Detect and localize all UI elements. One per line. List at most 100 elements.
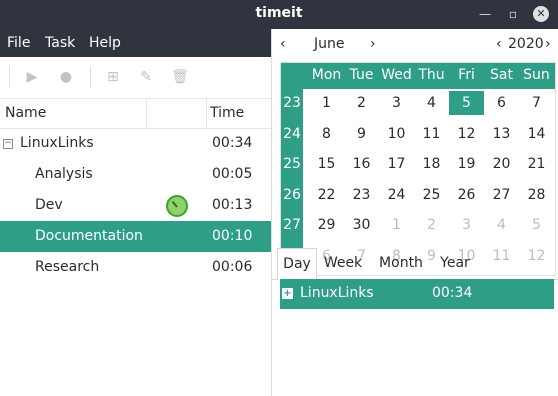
next-month-icon[interactable]: › <box>370 36 376 52</box>
edit-icon[interactable]: ✎ <box>137 68 155 86</box>
task-row-documentation[interactable]: Documentation 00:10 <box>0 221 271 252</box>
calendar-day[interactable]: 2 <box>344 95 379 111</box>
tab-week[interactable]: Week <box>320 248 366 279</box>
add-task-icon[interactable]: ⊞ <box>104 68 122 86</box>
tab-month[interactable]: Month <box>374 248 428 279</box>
calendar-day[interactable]: 1 <box>309 95 344 111</box>
day-name: Thu <box>418 67 445 83</box>
task-name: LinuxLinks <box>20 135 94 151</box>
calendar-grid: Mon Tue Wed Thu Fri Sat Sun 232425262728… <box>280 62 556 276</box>
calendar-navigation: ‹ June › ‹ 2020 › <box>272 29 558 59</box>
year-label: 2020 <box>508 36 544 52</box>
calendar-day[interactable]: 16 <box>344 156 379 172</box>
month-label: June <box>314 36 345 52</box>
task-name: Research <box>35 259 100 275</box>
day-name: Sun <box>523 67 550 83</box>
close-icon[interactable]: ✕ <box>533 6 549 22</box>
calendar-day[interactable]: 1 <box>379 217 414 233</box>
menu-task[interactable]: Task <box>45 35 75 51</box>
task-row-dev[interactable]: Dev 00:13 <box>0 190 271 221</box>
menu-help[interactable]: Help <box>89 35 121 51</box>
calendar-day[interactable]: 7 <box>519 95 554 111</box>
calendar-day[interactable]: 20 <box>484 156 519 172</box>
delete-icon[interactable]: 🗑 <box>171 68 189 86</box>
day-name: Wed <box>381 67 412 83</box>
header-separator <box>146 98 147 128</box>
task-name: Dev <box>35 197 63 213</box>
calendar-day[interactable]: 11 <box>414 126 449 142</box>
calendar-day[interactable]: 29 <box>309 217 344 233</box>
calendar-day[interactable]: 25 <box>414 187 449 203</box>
tab-day[interactable]: Day <box>277 248 317 281</box>
task-row-research[interactable]: Research 00:06 <box>0 252 271 283</box>
week-number: 25 <box>283 156 301 172</box>
week-number: 27 <box>283 217 301 233</box>
menu-file[interactable]: File <box>7 35 30 51</box>
task-row-linuxlinks[interactable]: − LinuxLinks 00:34 <box>0 128 271 159</box>
calendar-day[interactable]: 26 <box>449 187 484 203</box>
window-title: timeit <box>255 5 303 21</box>
day-name: Fri <box>458 67 475 83</box>
calendar-day-selected[interactable]: 5 <box>449 91 484 115</box>
period-tabs: Day Week Month Year <box>272 248 558 281</box>
calendar-day[interactable]: 8 <box>309 126 344 142</box>
next-year-icon[interactable]: › <box>545 36 551 52</box>
calendar-day[interactable]: 6 <box>484 95 519 111</box>
calendar-day[interactable]: 19 <box>449 156 484 172</box>
calendar-day[interactable]: 27 <box>484 187 519 203</box>
calendar-day[interactable]: 14 <box>519 126 554 142</box>
calendar-day[interactable]: 18 <box>414 156 449 172</box>
calendar-day[interactable]: 22 <box>309 187 344 203</box>
calendar-day[interactable]: 15 <box>309 156 344 172</box>
prev-month-icon[interactable]: ‹ <box>280 36 286 52</box>
task-time: 00:06 <box>212 259 253 275</box>
calendar-day[interactable]: 3 <box>379 95 414 111</box>
calendar-day[interactable]: 9 <box>344 126 379 142</box>
calendar-day[interactable]: 12 <box>449 126 484 142</box>
calendar-day[interactable]: 10 <box>379 126 414 142</box>
header-separator <box>206 98 207 128</box>
maximize-icon[interactable]: ▫ <box>505 6 521 22</box>
calendar-day[interactable]: 3 <box>449 217 484 233</box>
week-number: 24 <box>283 125 301 142</box>
tab-year[interactable]: Year <box>435 248 475 279</box>
task-time: 00:10 <box>212 228 253 244</box>
summary-task-time: 00:34 <box>432 285 473 301</box>
calendar-day[interactable]: 5 <box>519 217 554 233</box>
task-name: Analysis <box>35 166 93 182</box>
task-time: 00:05 <box>212 166 253 182</box>
minimize-icon[interactable]: — <box>477 6 493 22</box>
stop-icon[interactable]: ● <box>57 68 75 86</box>
summary-task-name: LinuxLinks <box>300 285 374 301</box>
summary-row[interactable]: + LinuxLinks 00:34 <box>280 279 554 309</box>
column-time-header[interactable]: Time <box>210 105 244 121</box>
calendar-day[interactable]: 21 <box>519 156 554 172</box>
day-name: Sat <box>490 67 513 83</box>
day-name: Mon <box>311 67 342 83</box>
day-name-header: Mon Tue Wed Thu Fri Sat Sun <box>281 63 555 89</box>
menu-bar: File Task Help <box>0 29 271 57</box>
calendar-day[interactable]: 2 <box>414 217 449 233</box>
calendar-day[interactable]: 4 <box>484 217 519 233</box>
prev-year-icon[interactable]: ‹ <box>496 36 502 52</box>
expand-icon[interactable]: + <box>282 288 293 299</box>
task-tree: Name Time − LinuxLinks 00:34 Analysis 00… <box>0 98 271 396</box>
calendar-day[interactable]: 17 <box>379 156 414 172</box>
calendar-day[interactable]: 28 <box>519 187 554 203</box>
calendar-day[interactable]: 24 <box>379 187 414 203</box>
calendar-day[interactable]: 30 <box>344 217 379 233</box>
calendar-day[interactable]: 4 <box>414 95 449 111</box>
task-time: 00:13 <box>212 197 253 213</box>
start-icon[interactable]: ▶ <box>23 68 41 86</box>
day-name: Tue <box>349 67 374 83</box>
task-time: 00:34 <box>212 135 253 151</box>
collapse-icon[interactable]: − <box>3 139 13 149</box>
column-name-header[interactable]: Name <box>5 105 46 121</box>
task-row-analysis[interactable]: Analysis 00:05 <box>0 159 271 190</box>
calendar-day[interactable]: 13 <box>484 126 519 142</box>
title-bar: timeit — ▫ ✕ <box>0 0 558 29</box>
tree-header: Name Time <box>0 98 271 129</box>
calendar-day[interactable]: 23 <box>344 187 379 203</box>
week-number: 26 <box>283 186 301 203</box>
running-timer-icon <box>166 195 188 217</box>
